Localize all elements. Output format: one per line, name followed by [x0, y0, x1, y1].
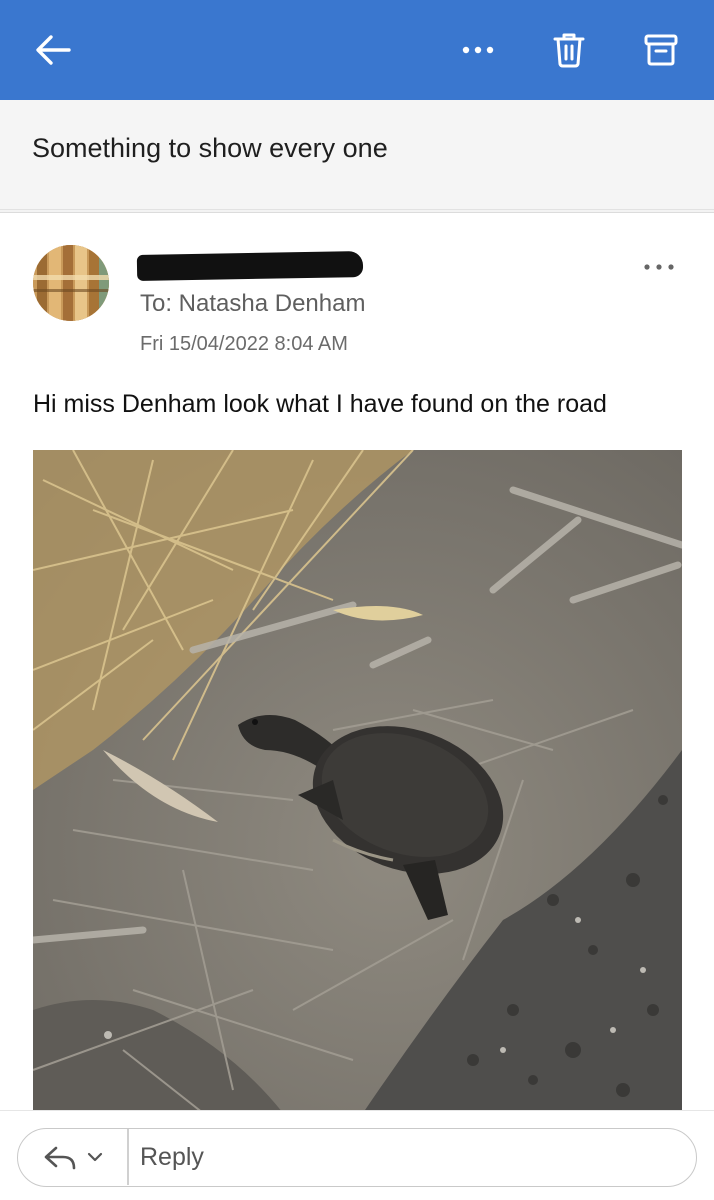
more-horizontal-icon	[462, 46, 494, 54]
message-more-button[interactable]	[636, 253, 682, 281]
top-app-bar	[0, 0, 714, 100]
reply-bar: Reply	[0, 1110, 714, 1200]
trash-icon	[553, 33, 585, 68]
more-options-button[interactable]	[454, 26, 502, 74]
more-horizontal-icon	[644, 264, 674, 270]
back-button[interactable]	[29, 26, 77, 74]
subject-bar: Something to show every one	[0, 100, 714, 210]
email-body: Hi miss Denham look what I have found on…	[33, 390, 607, 418]
reply-options-button[interactable]	[18, 1129, 128, 1185]
chevron-down-icon	[87, 1152, 103, 1162]
delete-button[interactable]	[545, 26, 593, 74]
reply-label[interactable]: Reply	[140, 1143, 204, 1172]
sent-date: Fri 15/04/2022 8:04 AM	[140, 333, 348, 355]
archive-button[interactable]	[637, 26, 685, 74]
email-subject: Something to show every one	[32, 133, 388, 163]
reply-divider	[127, 1129, 129, 1185]
recipient-line: To: Natasha Denham	[140, 290, 366, 317]
reply-arrow-icon	[44, 1146, 76, 1170]
archive-icon	[644, 34, 678, 66]
message-card: To: Natasha Denham Fri 15/04/2022 8:04 A…	[0, 212, 714, 1113]
back-arrow-icon	[36, 35, 71, 65]
sender-name-redacted	[136, 251, 364, 281]
attached-photo[interactable]	[33, 450, 682, 1113]
reply-field[interactable]: Reply	[17, 1128, 697, 1187]
avatar-photo	[33, 245, 109, 321]
turtle-photo	[33, 450, 682, 1113]
sender-avatar[interactable]	[33, 245, 109, 321]
